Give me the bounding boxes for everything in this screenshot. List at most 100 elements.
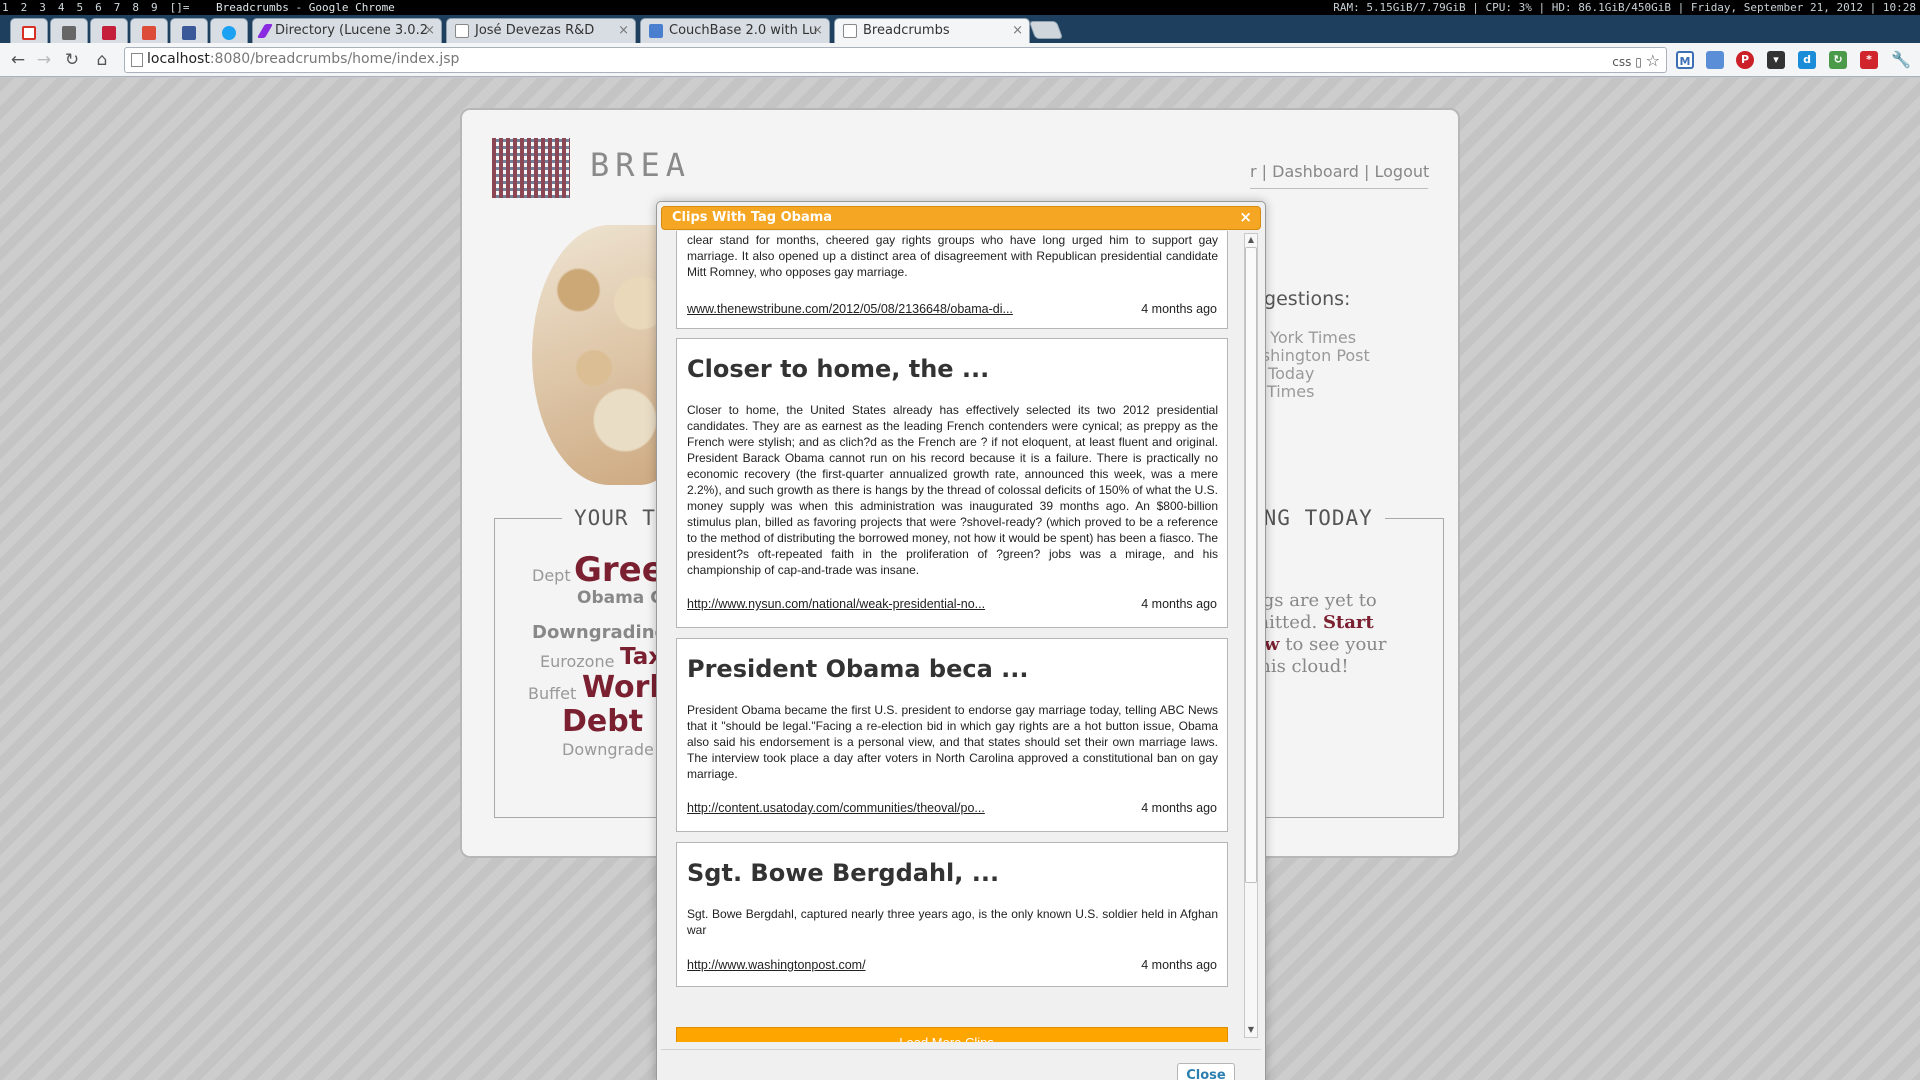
tab-lucene-directory[interactable]: Directory (Lucene 3.0.2 × [252, 18, 442, 43]
clip-card: clear stand for months, cheered gay righ… [676, 231, 1228, 329]
clip-source-link[interactable]: http://content.usatoday.com/communities/… [687, 801, 985, 815]
bookmark-star-icon[interactable]: ☆ [1646, 51, 1660, 70]
workspace-5[interactable]: 5 [77, 1, 84, 14]
scroll-up-arrow-icon[interactable]: ▲ [1245, 234, 1257, 246]
workspace-list[interactable]: 1 2 3 4 5 6 7 8 9 []= [2, 0, 202, 15]
scrollbar-thumb[interactable] [1245, 247, 1257, 883]
close-button[interactable]: Close [1177, 1063, 1235, 1080]
home-icon[interactable]: ⌂ [92, 50, 112, 70]
tab-strip: Directory (Lucene 3.0.2 × José Devezas R&… [0, 15, 1920, 44]
user-nav[interactable]: r | Dashboard | Logout [1250, 162, 1429, 181]
clip-timestamp: 4 months ago [1141, 958, 1217, 972]
workspace-7[interactable]: 7 [114, 1, 121, 14]
nav-divider [1250, 188, 1428, 189]
tab-label: CouchBase 2.0 with Lu [669, 23, 818, 38]
clip-card: Sgt. Bowe Bergdahl, ... Sgt. Bowe Bergda… [676, 842, 1228, 987]
tab-breadcrumbs[interactable]: Breadcrumbs × [834, 18, 1030, 44]
workspace-8[interactable]: 8 [132, 1, 139, 14]
tab-gmail[interactable] [10, 18, 48, 43]
clip-source-link[interactable]: www.thenewstribune.com/2012/05/08/213664… [687, 302, 1013, 316]
omnibox-actions: css ▯ ☆ [1612, 51, 1660, 70]
pocket-icon[interactable]: ▾ [1767, 51, 1785, 69]
layout-indicator[interactable]: []= [170, 1, 190, 14]
workspace-1[interactable]: 1 [2, 1, 9, 14]
clip-title[interactable]: Sgt. Bowe Bergdahl, ... [687, 859, 999, 887]
cloud-tag[interactable]: Downgrading [532, 622, 667, 643]
tab-calendar[interactable] [50, 18, 88, 43]
tab-devezas[interactable]: José Devezas R&D × [446, 18, 636, 43]
scroll-down-arrow-icon[interactable]: ▼ [1245, 1024, 1257, 1036]
lastfm-icon [102, 26, 116, 40]
clip-summary: Closer to home, the United States alread… [687, 403, 1218, 577]
clip-title[interactable]: Closer to home, the ... [687, 355, 989, 383]
clips-list[interactable]: clear stand for months, cheered gay righ… [676, 231, 1232, 1042]
tab-label: Breadcrumbs [863, 23, 950, 38]
clip-summary: President Obama became the first U.S. pr… [687, 703, 1218, 781]
gmail-checker-icon[interactable]: M [1676, 51, 1694, 69]
window-manager-bar: 1 2 3 4 5 6 7 8 9 []= Breadcrumbs - Google Chrome… [0, 0, 1920, 15]
close-icon[interactable]: × [618, 19, 629, 43]
clip-card: Closer to home, the ... Closer to home, … [676, 338, 1228, 628]
workspace-2[interactable]: 2 [21, 1, 28, 14]
cloud-tag[interactable]: Downgrade [562, 740, 654, 759]
new-tab-button[interactable] [1028, 21, 1064, 39]
feather-icon [256, 23, 274, 38]
suggestion-item[interactable]: ashington Post [1252, 346, 1370, 365]
cloud-tag[interactable]: Dept [532, 566, 571, 585]
gmail-icon [22, 26, 36, 40]
clip-summary: clear stand for months, cheered gay righ… [687, 233, 1218, 279]
start-now-link[interactable]: Start [1323, 612, 1374, 633]
delicious-icon[interactable]: d [1798, 51, 1816, 69]
cloud-tag[interactable]: Buffet [528, 684, 576, 703]
close-icon[interactable]: × [1239, 208, 1252, 226]
clips-dialog: Clips With Tag Obama × clear stand for m… [656, 201, 1266, 1080]
workspace-6[interactable]: 6 [95, 1, 102, 14]
clip-source-link[interactable]: http://www.washingtonpost.com/ [687, 958, 866, 972]
tab-lastfm[interactable] [90, 18, 128, 43]
tab-facebook[interactable] [170, 18, 208, 43]
close-icon[interactable]: × [424, 19, 435, 43]
cloud-tag[interactable]: Worl [582, 670, 660, 705]
tab-label: José Devezas R&D [475, 23, 595, 38]
tab-couchbase[interactable]: CouchBase 2.0 with Lu × [640, 18, 830, 43]
url-text[interactable]: localhost:8080/breadcrumbs/home/index.js… [147, 51, 459, 67]
load-more-button[interactable]: Load More Clips... [676, 1027, 1228, 1042]
back-arrow-icon[interactable]: ← [8, 50, 28, 70]
workspace-9[interactable]: 9 [151, 1, 158, 14]
close-icon[interactable]: × [1012, 19, 1023, 43]
cloud-tag[interactable]: Eurozone [540, 652, 614, 671]
docs-icon [649, 23, 663, 38]
address-bar[interactable]: localhost:8080/breadcrumbs/home/index.js… [124, 47, 1667, 73]
window-title: Breadcrumbs - Google Chrome [216, 1, 395, 14]
calendar-extension-icon[interactable] [1706, 51, 1724, 69]
clip-source-link[interactable]: http://www.nysun.com/national/weak-presi… [687, 597, 985, 611]
lastpass-icon[interactable]: * [1860, 51, 1878, 69]
workspace-3[interactable]: 3 [39, 1, 46, 14]
feed-extension-icon[interactable]: ↻ [1829, 51, 1847, 69]
brand-title: BREA [590, 146, 692, 184]
workspace-4[interactable]: 4 [58, 1, 65, 14]
suggestion-item[interactable]: w York Times [1252, 328, 1356, 347]
css-icon[interactable]: css [1612, 55, 1631, 69]
dialog-title: Clips With Tag Obama [672, 210, 833, 225]
google-plus-icon [142, 26, 156, 40]
page-icon [455, 23, 469, 38]
wrench-menu-icon[interactable]: 🔧 [1891, 51, 1911, 69]
page-info-icon[interactable] [131, 53, 143, 67]
clip-timestamp: 4 months ago [1141, 597, 1217, 611]
tab-google-plus[interactable] [130, 18, 168, 43]
breadcrumbs-logo[interactable] [492, 138, 570, 198]
dialog-header[interactable]: Clips With Tag Obama × [661, 206, 1261, 230]
clip-title[interactable]: President Obama beca ... [687, 655, 1029, 683]
cloud-tag[interactable]: Obama G [577, 588, 664, 608]
dialog-footer-divider [661, 1049, 1261, 1050]
reload-icon[interactable]: ↻ [62, 50, 82, 70]
pinterest-icon[interactable]: P [1736, 51, 1754, 69]
page-viewport: BREA r | Dashboard | Logout ggestions: w… [0, 78, 1920, 1080]
tab-twitter[interactable] [210, 18, 248, 43]
empty-cloud-message: ags are yet to mitted. Start ow to see y… [1252, 590, 1387, 677]
close-icon[interactable]: × [812, 19, 823, 43]
forward-arrow-icon[interactable]: → [34, 50, 54, 70]
page-action-icon[interactable]: ▯ [1635, 55, 1642, 69]
twitter-icon [222, 26, 236, 40]
